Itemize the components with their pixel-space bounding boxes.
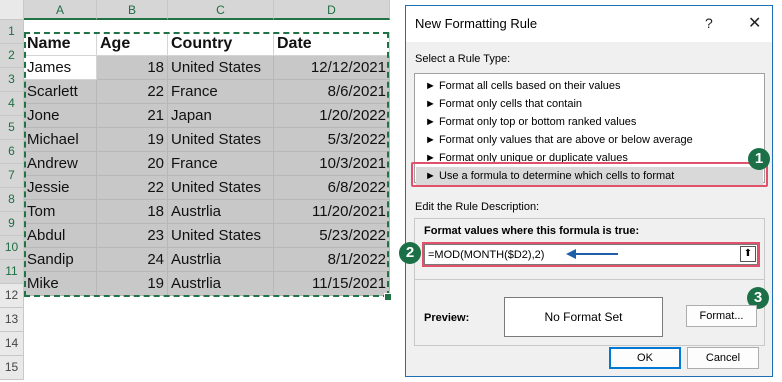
rule-type-item[interactable]: ► Format all cells based on their values <box>416 77 763 95</box>
table-cell[interactable]: Japan <box>168 104 274 128</box>
table-cell[interactable]: 11/15/2021 <box>274 272 390 296</box>
row-header-3[interactable]: 3 <box>0 68 24 92</box>
table-cell[interactable]: United States <box>168 56 274 80</box>
table-cell[interactable]: Mike <box>24 272 97 296</box>
table-cell[interactable]: Andrew <box>24 152 97 176</box>
table-cell[interactable]: 18 <box>97 56 168 80</box>
table-cell[interactable]: Tom <box>24 200 97 224</box>
row-header-15[interactable]: 15 <box>0 356 24 380</box>
table-cell[interactable]: 10/3/2021 <box>274 152 390 176</box>
selected-rule-highlight <box>411 162 768 187</box>
rule-type-item[interactable]: ► Format only cells that contain <box>416 95 763 113</box>
section-divider <box>414 279 765 280</box>
formula-label: Format values where this formula is true… <box>424 225 640 237</box>
header-cell[interactable]: Date <box>274 32 390 56</box>
column-header-b[interactable]: B <box>97 0 168 20</box>
table-cell[interactable]: 18 <box>97 200 168 224</box>
close-button[interactable]: ✕ <box>748 13 761 33</box>
spreadsheet: ABCD 1 2 3 4 5 6 7 8 9 10 11 12 13 14 15 Name Age Countr… <box>0 0 392 382</box>
table-cell[interactable]: 5/23/2022 <box>274 224 390 248</box>
table-cell[interactable]: France <box>168 80 274 104</box>
table-cell[interactable]: Jone <box>24 104 97 128</box>
row-header-5[interactable]: 5 <box>0 116 24 140</box>
rule-type-item[interactable]: ► Format only top or bottom ranked value… <box>416 113 763 131</box>
row-header-4[interactable]: 4 <box>0 92 24 116</box>
table-cell[interactable]: United States <box>168 128 274 152</box>
step-badge-1: 1 <box>748 148 770 170</box>
table-cell[interactable]: 5/3/2022 <box>274 128 390 152</box>
row-header-6[interactable]: 6 <box>0 140 24 164</box>
table-cell[interactable]: 11/20/2021 <box>274 200 390 224</box>
header-cell[interactable]: Country <box>168 32 274 56</box>
table-cell[interactable]: 6/8/2022 <box>274 176 390 200</box>
table-cell[interactable]: 8/1/2022 <box>274 248 390 272</box>
table-cell[interactable]: Michael <box>24 128 97 152</box>
row-header-11[interactable]: 11 <box>0 260 24 284</box>
table-cell[interactable]: 22 <box>97 176 168 200</box>
row-header-14[interactable]: 14 <box>0 332 24 356</box>
row-header-1[interactable]: 1 <box>0 20 24 44</box>
table-cell[interactable]: Austrlia <box>168 272 274 296</box>
table-cell[interactable]: 24 <box>97 248 168 272</box>
format-preview: No Format Set <box>504 297 663 337</box>
header-cell[interactable]: Age <box>97 32 168 56</box>
row-header-7[interactable]: 7 <box>0 164 24 188</box>
table-cell[interactable]: James <box>24 56 97 80</box>
table-cell[interactable]: 1/20/2022 <box>274 104 390 128</box>
table-cell[interactable]: Jessie <box>24 176 97 200</box>
step-badge-2: 2 <box>399 242 421 264</box>
row-header-13[interactable]: 13 <box>0 308 24 332</box>
column-header-a[interactable]: A <box>24 0 97 20</box>
table-cell[interactable]: 19 <box>97 272 168 296</box>
row-header-10[interactable]: 10 <box>0 236 24 260</box>
rule-type-item[interactable]: ► Format only values that are above or b… <box>416 131 763 149</box>
table-cell[interactable]: 8/6/2021 <box>274 80 390 104</box>
pointer-arrow-icon <box>566 249 618 259</box>
header-cell[interactable]: Name <box>24 32 97 56</box>
table-cell[interactable]: 12/12/2021 <box>274 56 390 80</box>
row-header-8[interactable]: 8 <box>0 188 24 212</box>
select-rule-type-label: Select a Rule Type: <box>415 53 511 65</box>
format-button[interactable]: Format... <box>686 305 757 327</box>
dialog-title-bar: New Formatting Rule ? ✕ <box>406 6 772 42</box>
column-header-d[interactable]: D <box>274 0 390 20</box>
fill-handle[interactable] <box>384 293 392 301</box>
table-cell[interactable]: 21 <box>97 104 168 128</box>
ok-button[interactable]: OK <box>609 347 681 369</box>
row-header-2[interactable]: 2 <box>0 44 24 68</box>
dialog-title: New Formatting Rule <box>415 16 538 31</box>
select-all-corner[interactable] <box>0 0 24 20</box>
table-cell[interactable]: 22 <box>97 80 168 104</box>
table-cell[interactable]: Abdul <box>24 224 97 248</box>
table-cell[interactable]: United States <box>168 176 274 200</box>
cancel-button[interactable]: Cancel <box>687 347 759 369</box>
table-cell[interactable]: Austrlia <box>168 248 274 272</box>
table-cell[interactable]: France <box>168 152 274 176</box>
table-cell[interactable]: Sandip <box>24 248 97 272</box>
preview-label: Preview: <box>424 312 470 324</box>
table-cell[interactable]: Austrlia <box>168 200 274 224</box>
table-cell[interactable]: 20 <box>97 152 168 176</box>
table-cell[interactable]: 23 <box>97 224 168 248</box>
row-header-12[interactable]: 12 <box>0 284 24 308</box>
help-button[interactable]: ? <box>705 15 713 31</box>
column-header-c[interactable]: C <box>168 0 274 20</box>
table-cell[interactable]: United States <box>168 224 274 248</box>
edit-rule-description-label: Edit the Rule Description: <box>415 201 540 213</box>
table-cell[interactable]: Scarlett <box>24 80 97 104</box>
new-formatting-rule-dialog: New Formatting Rule ? ✕ Select a Rule Ty… <box>399 5 773 377</box>
row-header-9[interactable]: 9 <box>0 212 24 236</box>
table-cell[interactable]: 19 <box>97 128 168 152</box>
